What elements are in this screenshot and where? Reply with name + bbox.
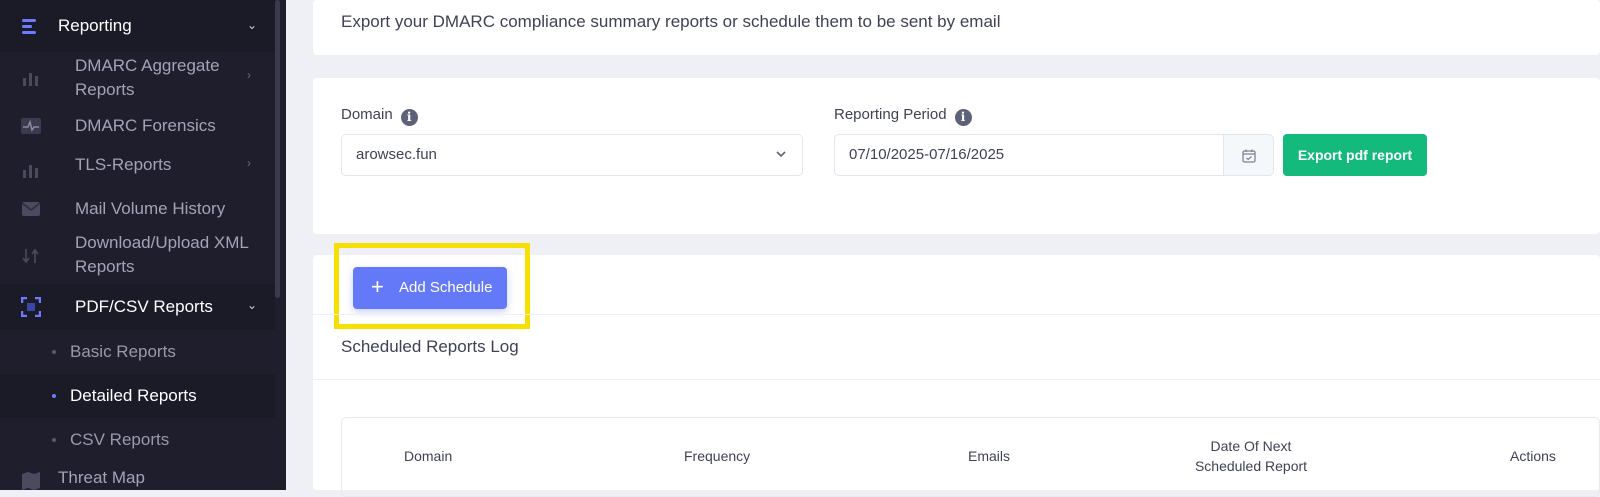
reporting-period-input[interactable]: 07/10/2025-07/16/2025 <box>834 134 1224 176</box>
sidebar-item-label: DMARC Aggregate <box>75 56 220 75</box>
scan-icon <box>21 297 41 317</box>
calendar-button[interactable] <box>1223 134 1274 176</box>
chevron-down-icon: ⌄ <box>247 298 258 312</box>
info-icon[interactable]: i <box>400 109 418 126</box>
scheduled-log-title: Scheduled Reports Log <box>341 337 519 356</box>
sidebar-item-mail-volume[interactable]: Mail Volume History <box>0 192 275 228</box>
sidebar-scrollbar[interactable] <box>275 0 280 298</box>
sidebar-subitem-label: Detailed Reports <box>70 386 197 405</box>
export-pdf-button[interactable]: Export pdf report <box>1283 134 1427 176</box>
sidebar-item-label: TLS-Reports <box>75 155 172 174</box>
column-header-actions[interactable]: Actions <box>1510 448 1556 464</box>
bullet-icon <box>52 394 56 398</box>
reporting-period-value: 07/10/2025-07/16/2025 <box>849 146 1005 163</box>
domain-select[interactable]: arowsec.fun <box>341 134 803 176</box>
column-header-next-report[interactable]: Date Of Next Scheduled Report <box>1162 438 1340 474</box>
sidebar-item-pdf-csv-reports[interactable]: PDF/CSV Reports ⌄ <box>0 284 275 330</box>
calendar-icon <box>1242 149 1256 163</box>
sidebar-subitem-basic-reports[interactable]: Basic Reports <box>0 330 275 374</box>
filters-card: Domain i arowsec.fun Reporting Period i 07… <box>313 78 1600 234</box>
map-icon <box>22 472 40 490</box>
bar-chart-icon <box>23 165 38 178</box>
sidebar-subitem-label: Basic Reports <box>70 342 176 361</box>
domain-label-text: Domain <box>341 106 393 123</box>
sidebar-section-reporting[interactable]: Reporting ⌄ <box>0 0 275 52</box>
divider <box>313 314 1600 315</box>
pulse-icon <box>21 118 41 134</box>
sidebar-item-label: Threat Map <box>58 468 145 487</box>
sidebar-item-tls-reports[interactable]: TLS-Reports › <box>0 148 275 192</box>
column-header-line: Scheduled Report <box>1194 458 1308 474</box>
menu-icon <box>22 19 36 34</box>
sidebar-subitem-label: CSV Reports <box>70 430 170 449</box>
sidebar-item-label: Mail Volume History <box>75 199 226 218</box>
sidebar: Reporting ⌄ DMARC Aggregate Reports › DM… <box>0 0 286 490</box>
column-header-emails[interactable]: Emails <box>968 448 1010 464</box>
column-header-frequency[interactable]: Frequency <box>684 448 750 464</box>
column-header-line: Date Of Next <box>1210 438 1292 454</box>
bullet-icon <box>52 350 56 354</box>
sidebar-item-threat-map[interactable]: Threat Map <box>0 466 275 490</box>
bar-chart-icon <box>23 73 38 86</box>
sidebar-item-label: DMARC Forensics <box>75 116 216 135</box>
sidebar-item-dmarc-aggregate[interactable]: DMARC Aggregate Reports › <box>0 52 275 104</box>
sidebar-item-label: PDF/CSV Reports <box>75 297 213 316</box>
sidebar-item-label: Reports <box>75 80 135 99</box>
transfer-icon <box>22 248 39 264</box>
bullet-icon <box>52 438 56 442</box>
domain-select-value: arowsec.fun <box>356 146 437 163</box>
sidebar-item-download-upload-xml[interactable]: Download/Upload XML Reports <box>0 228 275 284</box>
info-icon[interactable]: i <box>954 109 972 126</box>
chevron-right-icon: › <box>247 68 251 82</box>
sidebar-item-dmarc-forensics[interactable]: DMARC Forensics <box>0 104 275 148</box>
add-schedule-label: Add Schedule <box>399 279 493 296</box>
divider <box>313 379 1600 380</box>
mail-icon <box>21 202 41 216</box>
domain-label: Domain i <box>341 106 418 126</box>
chevron-down-icon: ⌄ <box>247 18 258 32</box>
reporting-period-label-text: Reporting Period <box>834 106 947 123</box>
plus-icon: + <box>371 274 384 299</box>
sidebar-item-label: Reports <box>75 257 135 276</box>
sidebar-subitem-csv-reports[interactable]: CSV Reports <box>0 418 275 462</box>
scheduled-reports-table: Domain Frequency Emails Date Of Next Sch… <box>341 417 1600 497</box>
reporting-period-label: Reporting Period i <box>834 106 972 126</box>
chevron-down-icon <box>776 151 786 158</box>
chevron-right-icon: › <box>247 156 251 170</box>
intro-card: Export your DMARC compliance summary rep… <box>313 0 1600 55</box>
sidebar-subitem-detailed-reports[interactable]: Detailed Reports <box>0 374 275 418</box>
column-header-domain[interactable]: Domain <box>404 448 452 464</box>
sidebar-section-label: Reporting <box>58 16 132 35</box>
add-schedule-button[interactable]: + Add Schedule <box>353 267 507 309</box>
schedule-card: + Add Schedule Scheduled Reports Log Dom… <box>313 243 1600 497</box>
page-description: Export your DMARC compliance summary rep… <box>341 12 1001 31</box>
sidebar-item-label: Download/Upload XML <box>75 233 249 252</box>
